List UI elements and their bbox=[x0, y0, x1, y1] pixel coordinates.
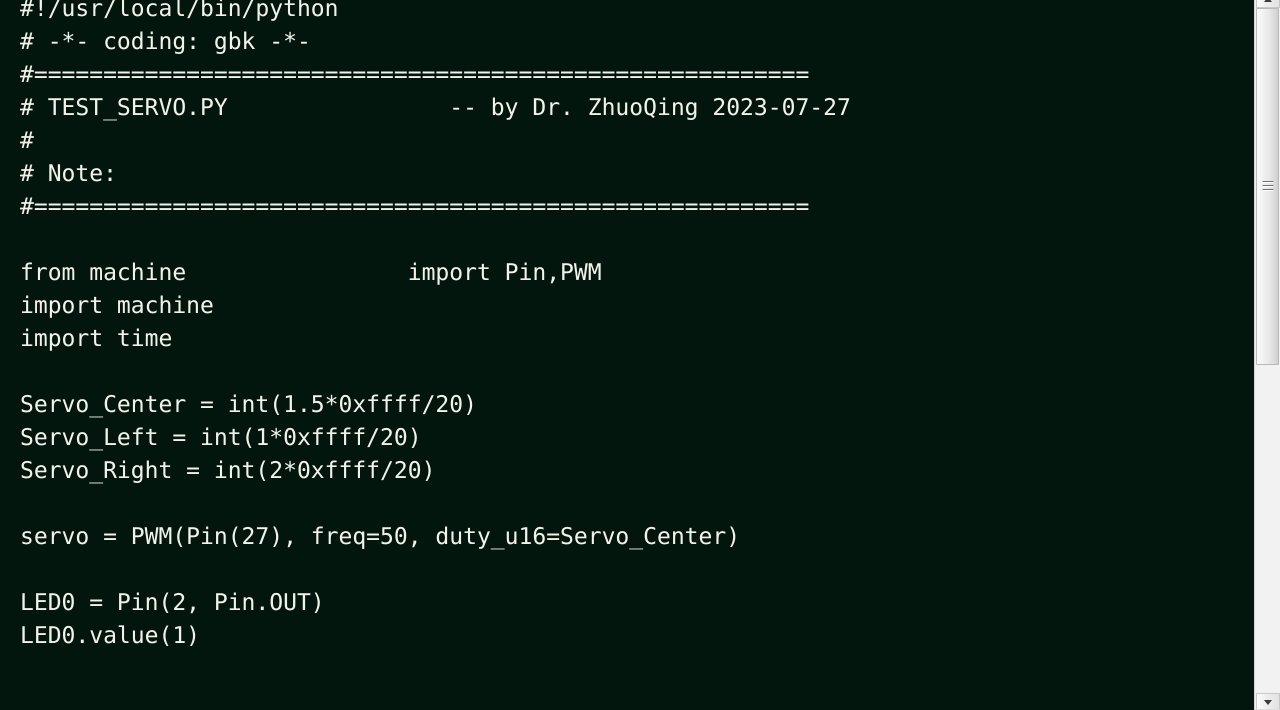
code-line: servo = PWM(Pin(27), freq=50, duty_u16=S… bbox=[20, 524, 741, 550]
grip-line bbox=[1262, 185, 1273, 186]
code-line: LED0 = Pin(2, Pin.OUT) bbox=[20, 590, 325, 616]
code-line: Servo_Center = int(1.5*0xffff/20) bbox=[20, 392, 477, 418]
code-line: #=======================================… bbox=[20, 62, 810, 88]
grip-line bbox=[1262, 189, 1273, 190]
code-line: # -*- coding: gbk -*- bbox=[20, 29, 311, 55]
editor-window: #!/usr/local/bin/python # -*- coding: gbk… bbox=[0, 0, 1280, 710]
code-line: LED0.value(1) bbox=[20, 623, 201, 649]
code-line: # Note: bbox=[20, 161, 117, 187]
code-line: from machine import Pin,PWM bbox=[20, 260, 602, 286]
code-line: #=======================================… bbox=[20, 194, 810, 220]
grip-lines-icon bbox=[1262, 181, 1273, 192]
scroll-down-button[interactable] bbox=[1256, 693, 1280, 710]
scrollbar-thumb[interactable] bbox=[1256, 8, 1279, 365]
code-line: import machine bbox=[20, 293, 214, 319]
code-line: Servo_Left = int(1*0xffff/20) bbox=[20, 425, 422, 451]
code-line: # bbox=[20, 128, 34, 154]
code-line: # TEST_SERVO.PY -- by Dr. ZhuoQing 2023-… bbox=[20, 95, 851, 121]
scroll-up-button[interactable] bbox=[1256, 0, 1280, 8]
code-text[interactable]: #!/usr/local/bin/python # -*- coding: gbk… bbox=[20, 0, 851, 653]
code-line: import time bbox=[20, 326, 173, 352]
code-line: Servo_Right = int(2*0xffff/20) bbox=[20, 458, 436, 484]
triangle-up-icon bbox=[1264, 0, 1272, 2]
vertical-scrollbar[interactable] bbox=[1254, 0, 1280, 710]
code-editor-surface[interactable]: #!/usr/local/bin/python # -*- coding: gbk… bbox=[0, 0, 1254, 710]
grip-line bbox=[1262, 181, 1273, 182]
triangle-down-icon bbox=[1264, 699, 1272, 705]
code-line: #!/usr/local/bin/python bbox=[20, 0, 339, 22]
